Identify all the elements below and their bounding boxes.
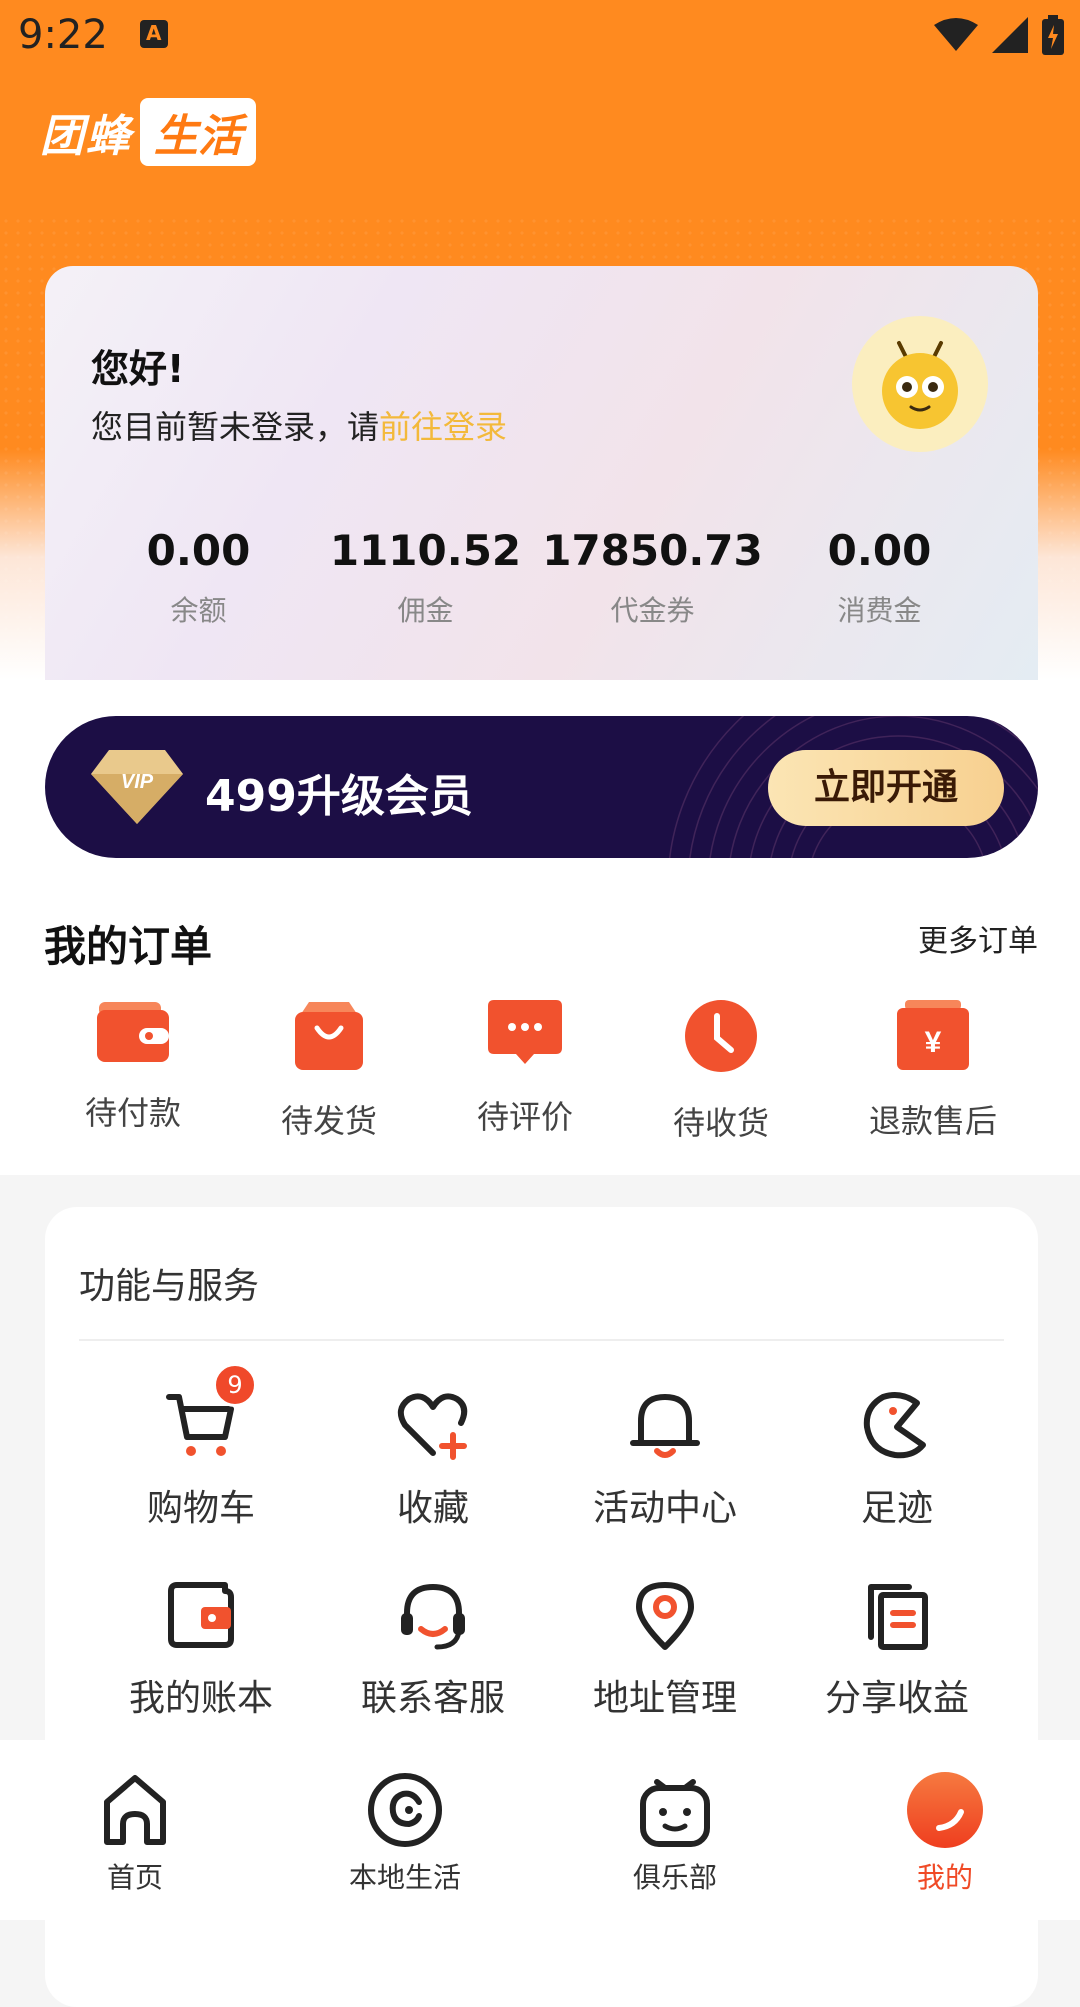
service-label: 收藏 [396, 1488, 469, 1529]
service-label: 分享收益 [824, 1678, 969, 1719]
clock-icon [685, 1000, 757, 1072]
stat-consumption-credit[interactable]: 0.00 消费金 [766, 526, 993, 629]
service-label: 足迹 [860, 1488, 933, 1529]
signal-icon [992, 17, 1028, 53]
stat-value: 0.00 [146, 526, 251, 575]
vip-diamond-icon: VIP [91, 750, 183, 824]
stats-row: 0.00 余额 1110.52 佣金 17850.73 代金券 0.00 消费金 [45, 526, 1038, 629]
app-logo: 团蜂 生活 [40, 98, 256, 166]
service-label: 活动中心 [592, 1488, 737, 1529]
nav-label: 首页 [106, 1861, 163, 1894]
stat-label: 佣金 [397, 594, 454, 627]
vip-badge-text: VIP [121, 771, 154, 793]
vip-banner[interactable]: VIP 499升级会员 立即开通 [45, 716, 1038, 858]
status-icons [934, 14, 1064, 56]
nav-local-life[interactable]: 本地生活 [270, 1740, 540, 1920]
comment-icon [488, 1000, 562, 1064]
logo-text-2: 生活 [140, 98, 256, 166]
order-label: 待收货 [672, 1104, 769, 1142]
bee-avatar-icon [882, 341, 958, 429]
stat-value: 0.00 [827, 526, 932, 575]
logo-text-1: 团蜂 [40, 111, 132, 162]
login-hint: 您目前暂未登录，请前往登录 [91, 402, 507, 448]
local-life-icon [368, 1773, 442, 1847]
notification-icon [140, 20, 168, 48]
more-orders-link[interactable]: 更多订单 [918, 916, 1038, 960]
bottom-nav: 首页 本地生活 俱乐部 我的 [0, 1740, 1080, 1920]
vip-text: 499升级会员 [205, 771, 473, 822]
stat-label: 余额 [170, 594, 227, 627]
greeting-text: 您好! [91, 347, 185, 391]
service-footprints[interactable]: 足迹 [781, 1389, 1013, 1531]
services-title: 功能与服务 [79, 1266, 260, 1307]
order-label: 待评价 [476, 1098, 573, 1136]
vip-open-button[interactable]: 立即开通 [768, 750, 1004, 826]
order-pending-shipment[interactable]: 待发货 [231, 1000, 427, 1142]
home-icon [104, 1775, 166, 1845]
service-label: 购物车 [146, 1488, 255, 1529]
order-label: 退款售后 [868, 1102, 997, 1140]
order-pending-review[interactable]: 待评价 [427, 1000, 623, 1138]
stat-value: 1110.52 [329, 526, 522, 575]
wallet-icon [97, 1002, 169, 1062]
status-time: 9:22 [18, 12, 108, 58]
order-label: 待发货 [280, 1102, 377, 1140]
service-label: 我的账本 [128, 1678, 273, 1719]
heart-plus-icon [397, 1393, 468, 1460]
services-divider [79, 1339, 1004, 1341]
bell-icon [630, 1394, 700, 1458]
service-favorites[interactable]: 收藏 [317, 1389, 549, 1531]
stat-balance[interactable]: 0.00 余额 [85, 526, 312, 629]
nav-profile[interactable]: 我的 [810, 1740, 1080, 1920]
orders-title: 我的订单 [44, 922, 213, 971]
footprint-icon [863, 1392, 926, 1459]
service-events[interactable]: 活动中心 [549, 1389, 781, 1531]
refund-icon: ¥ [897, 1000, 969, 1070]
service-label: 联系客服 [360, 1678, 505, 1719]
stat-value: 17850.73 [542, 526, 763, 575]
service-address[interactable]: 地址管理 [549, 1579, 781, 1721]
profile-icon [907, 1772, 983, 1848]
service-customer-support[interactable]: 联系客服 [317, 1579, 549, 1721]
user-card: 您好! 您目前暂未登录，请前往登录 0.00 余额 1110.52 佣金 178… [45, 266, 1038, 680]
bag-icon [295, 1002, 363, 1070]
stat-commission[interactable]: 1110.52 佣金 [312, 526, 539, 629]
stat-label: 代金券 [610, 594, 695, 627]
status-bar: 9:22 [0, 0, 1080, 70]
order-pending-receipt[interactable]: 待收货 [623, 1000, 819, 1144]
order-label: 待付款 [84, 1094, 181, 1132]
cart-count-badge: 9 [213, 1363, 257, 1407]
service-ledger[interactable]: 我的账本 [85, 1579, 317, 1721]
login-hint-text: 您目前暂未登录，请 [91, 408, 380, 446]
document-stack-icon [868, 1584, 928, 1650]
battery-icon [1042, 15, 1064, 55]
avatar[interactable] [852, 316, 988, 452]
ledger-icon [168, 1582, 234, 1648]
login-link[interactable]: 前往登录 [379, 408, 507, 446]
nav-club[interactable]: 俱乐部 [540, 1740, 810, 1920]
stat-voucher[interactable]: 17850.73 代金券 [539, 526, 766, 629]
nav-label: 本地生活 [348, 1861, 461, 1894]
wifi-icon [934, 18, 978, 51]
service-share-earnings[interactable]: 分享收益 [781, 1579, 1013, 1721]
order-pending-payment[interactable]: 待付款 [35, 1000, 231, 1134]
nav-label: 我的 [916, 1861, 973, 1894]
stat-label: 消费金 [837, 594, 922, 627]
svg-text:¥: ¥ [925, 1026, 942, 1059]
nav-home[interactable]: 首页 [0, 1740, 270, 1920]
order-refund-aftersale[interactable]: ¥ 退款售后 [835, 1000, 1031, 1142]
service-cart[interactable]: 9 购物车 [85, 1363, 317, 1531]
service-label: 地址管理 [592, 1678, 737, 1719]
location-pin-icon [636, 1582, 694, 1650]
headset-icon [401, 1583, 465, 1650]
club-icon [640, 1779, 710, 1847]
nav-label: 俱乐部 [632, 1861, 717, 1894]
